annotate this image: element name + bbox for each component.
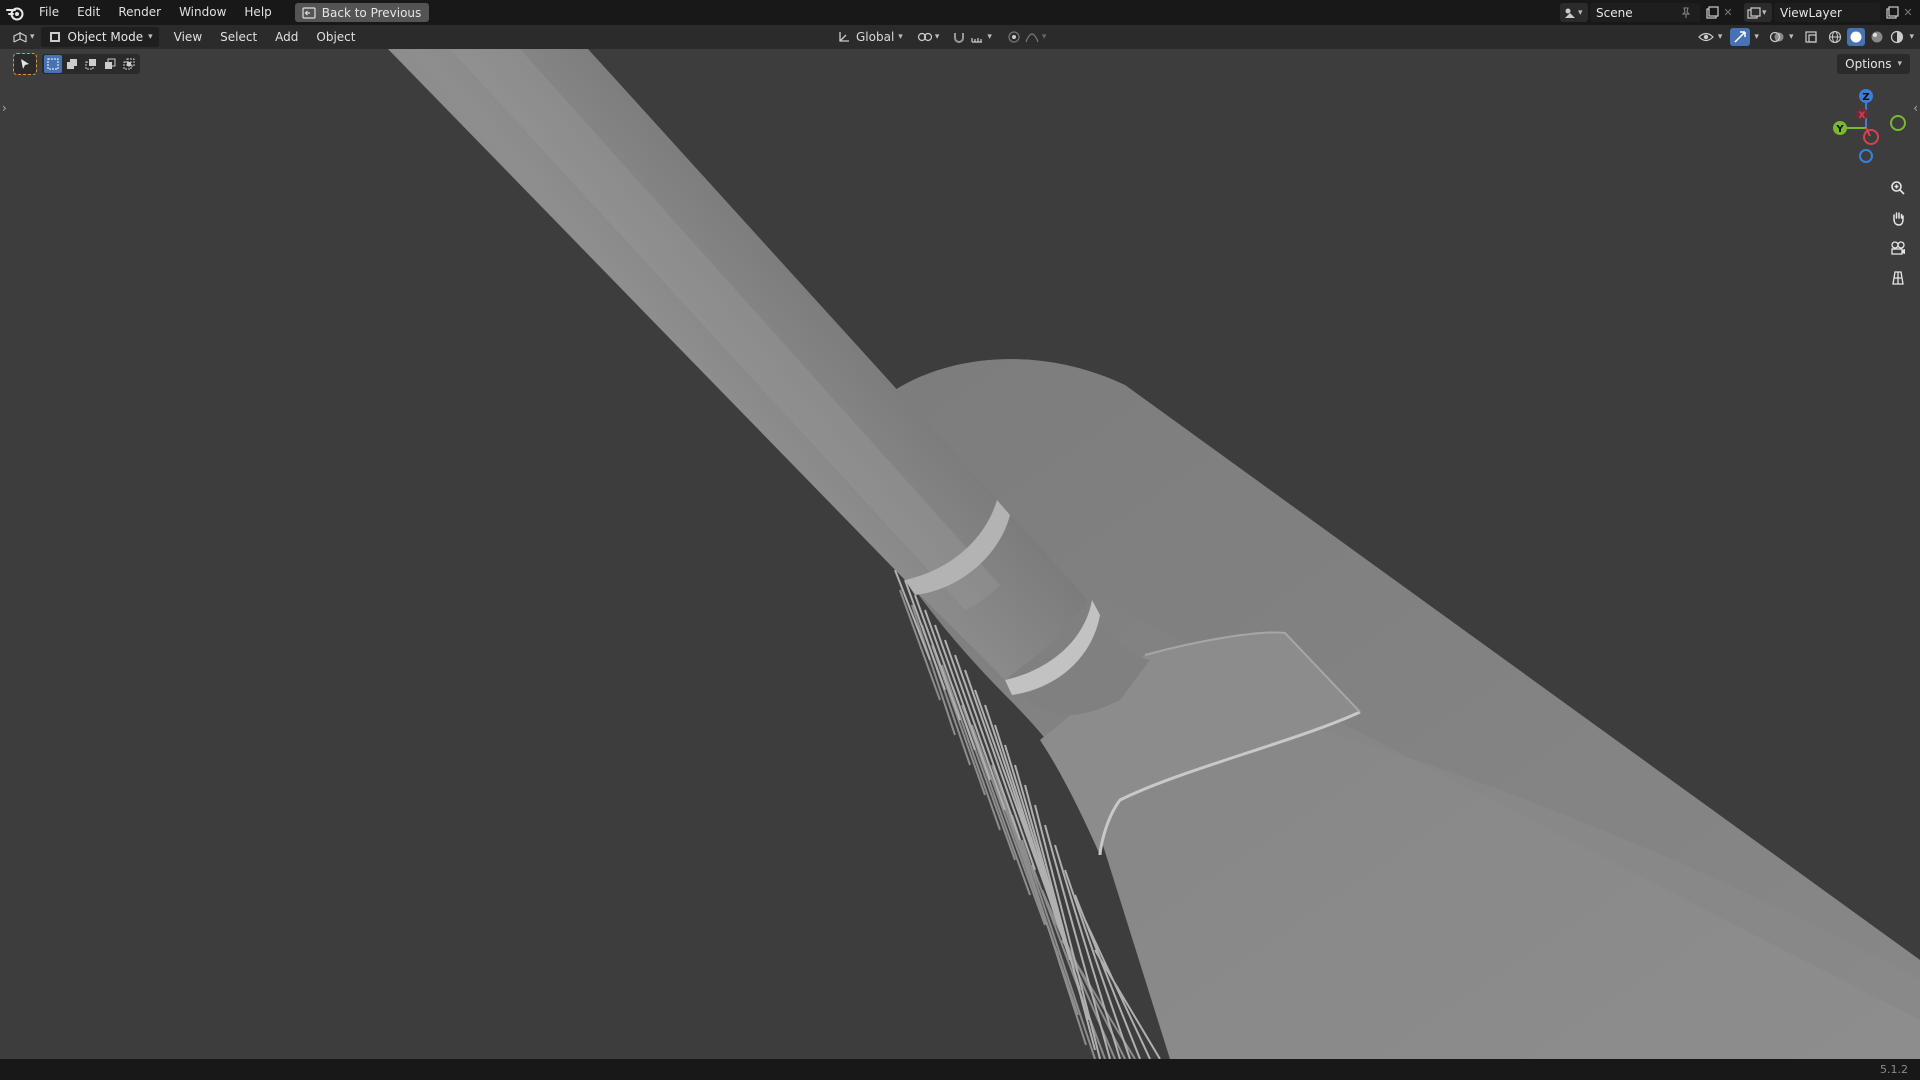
viewport-display-controls: ▾ ▾ ▾ ▾	[1698, 25, 1914, 49]
menu-object[interactable]: Object	[307, 25, 364, 49]
wireframe-shading-icon[interactable]	[1827, 29, 1843, 45]
gizmo-neg-z-axis[interactable]	[1859, 149, 1873, 163]
view-layer-icon	[1746, 5, 1762, 21]
scene-selector-dropdown[interactable]: ▾	[1560, 3, 1588, 22]
view-layer-name-field[interactable]: ViewLayer	[1774, 3, 1880, 22]
menu-select[interactable]: Select	[211, 25, 266, 49]
chevron-down-icon: ▾	[934, 32, 940, 42]
chevron-down-icon: ▾	[1754, 32, 1759, 42]
chevron-down-icon: ▾	[1788, 32, 1794, 42]
chevron-down-icon: ▾	[1897, 59, 1902, 69]
snap-increment-icon[interactable]	[969, 29, 985, 45]
proportional-editing-icon[interactable]	[1006, 29, 1022, 45]
show-overlays-icon[interactable]	[1769, 29, 1785, 45]
selection-mode-subtract-icon[interactable]	[82, 55, 100, 73]
camera-view-icon[interactable]	[1886, 236, 1910, 260]
falloff-curve-icon[interactable]	[1024, 29, 1040, 45]
chevron-down-icon: ▾	[1578, 7, 1583, 18]
chevron-down-icon: ▾	[1762, 7, 1767, 18]
material-preview-shading-icon[interactable]	[1869, 29, 1885, 45]
editor-type-dropdown[interactable]: ▾	[12, 29, 35, 45]
chevron-down-icon: ▾	[898, 32, 903, 42]
menu-add[interactable]: Add	[266, 25, 307, 49]
selectability-visibility-icon[interactable]	[1698, 29, 1714, 45]
chevron-down-icon: ▾	[148, 32, 153, 42]
object-mode-dropdown[interactable]: Object Mode ▾	[40, 27, 159, 47]
show-gizmo-icon[interactable]	[1730, 28, 1751, 46]
proportional-editing-controls[interactable]: ▾	[1006, 29, 1047, 45]
view-layer-name: ViewLayer	[1780, 5, 1842, 20]
scene-name: Scene	[1596, 5, 1633, 20]
selection-mode-group	[42, 54, 140, 74]
snap-magnet-icon[interactable]	[951, 29, 967, 45]
gizmo-neg-y-axis[interactable]	[1890, 115, 1906, 131]
transform-orientation-label: Global	[856, 30, 895, 44]
menu-window[interactable]: Window	[170, 0, 235, 25]
back-to-previous-button[interactable]: Back to Previous	[294, 3, 430, 22]
chevron-down-icon: ▾	[987, 32, 992, 42]
selection-mode-intersect-icon[interactable]	[120, 55, 138, 73]
rendered-shading-icon[interactable]	[1889, 29, 1905, 45]
viewport-header: ▾ Object Mode ▾ View Select Add Object G…	[0, 25, 1920, 49]
menu-edit[interactable]: Edit	[68, 0, 109, 25]
chevron-down-icon: ▾	[30, 32, 35, 42]
pivot-point-dropdown[interactable]: ▾	[917, 29, 940, 45]
gizmo-y-label: Y	[1835, 124, 1844, 135]
gizmo-x-axis[interactable]	[1863, 129, 1879, 145]
menu-help[interactable]: Help	[235, 0, 280, 25]
menu-render[interactable]: Render	[109, 0, 170, 25]
perspective-orthographic-icon[interactable]	[1886, 266, 1910, 290]
chevron-down-icon: ▾	[1717, 32, 1723, 42]
orientation-axes-icon	[836, 29, 852, 45]
pivot-link-icon	[917, 29, 933, 45]
blender-logo-icon[interactable]	[0, 0, 30, 25]
toggle-xray-icon[interactable]	[1803, 29, 1819, 45]
select-tool-button[interactable]	[13, 53, 37, 75]
transform-controls: Global ▾ ▾ ▾ ▾	[836, 25, 1046, 49]
status-bar: 5.1.2	[0, 1059, 1920, 1080]
scene-icon	[1562, 5, 1578, 21]
new-scene-icon[interactable]	[1704, 5, 1720, 21]
options-dropdown[interactable]: Options ▾	[1837, 54, 1910, 74]
view-layer-selector-dropdown[interactable]: ▾	[1744, 3, 1772, 22]
back-screen-icon	[301, 5, 317, 21]
cursor-arrow-icon	[17, 56, 33, 72]
menu-file[interactable]: File	[30, 0, 68, 25]
gizmo-x-label: X	[1859, 111, 1866, 121]
back-to-previous-label: Back to Previous	[321, 5, 422, 20]
selection-mode-extend-icon[interactable]	[63, 55, 81, 73]
snap-controls[interactable]: ▾	[951, 29, 992, 45]
navigation-tools	[1886, 176, 1910, 290]
object-mode-icon	[47, 29, 63, 45]
zoom-icon[interactable]	[1886, 176, 1910, 200]
scene-controls: ▾ Scene ✕ ▾ ViewLayer ✕	[1560, 0, 1920, 25]
selection-mode-invert-icon[interactable]	[101, 55, 119, 73]
options-label: Options	[1845, 57, 1892, 71]
toolbar-expand-icon[interactable]: ›	[2, 101, 7, 115]
object-mode-label: Object Mode	[67, 30, 144, 44]
pan-hand-icon[interactable]	[1886, 206, 1910, 230]
delete-scene-icon[interactable]: ✕	[1720, 5, 1736, 21]
scene-render	[388, 49, 1920, 1059]
scene-name-field[interactable]: Scene	[1590, 3, 1700, 22]
chevron-down-icon: ▾	[1041, 32, 1047, 42]
sidebar-expand-icon[interactable]: ‹	[1913, 101, 1918, 115]
solid-shading-icon[interactable]	[1847, 28, 1866, 46]
gizmo-z-label: Z	[1862, 92, 1869, 103]
transform-orientation-dropdown[interactable]: Global ▾	[836, 29, 903, 45]
chevron-down-icon: ▾	[1909, 32, 1914, 42]
pin-icon[interactable]	[1678, 5, 1694, 21]
selection-mode-new-icon[interactable]	[44, 55, 62, 73]
3d-viewport[interactable]: › ‹	[0, 49, 1920, 1059]
new-view-layer-icon[interactable]	[1884, 5, 1900, 21]
navigation-gizmo[interactable]: Z Y X	[1826, 86, 1906, 166]
menu-view[interactable]: View	[165, 25, 211, 49]
tool-settings-row	[13, 53, 140, 75]
top-bar: File Edit Render Window Help Back to Pre…	[0, 0, 1920, 25]
delete-view-layer-icon[interactable]: ✕	[1900, 5, 1916, 21]
3d-viewport-editor-icon	[12, 29, 28, 45]
version-label: 5.1.2	[1880, 1063, 1908, 1076]
